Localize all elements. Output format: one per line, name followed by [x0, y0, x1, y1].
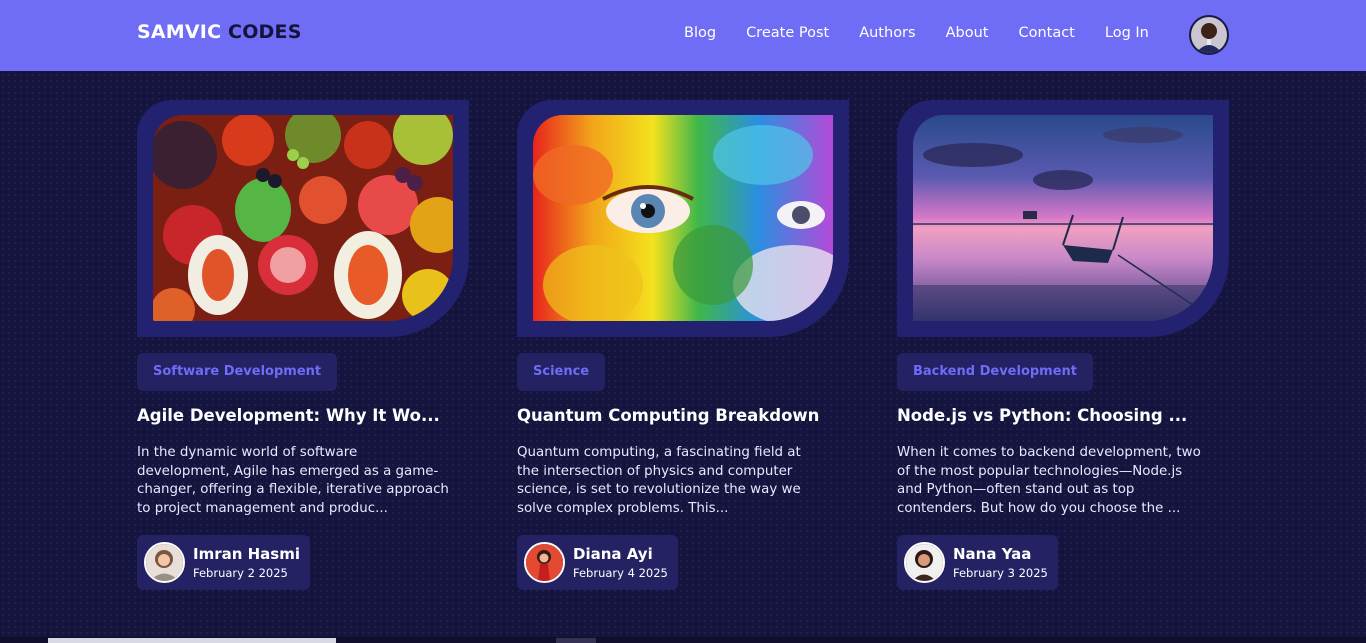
excerpt-line: science, is set to revolutionize the way… [517, 482, 801, 498]
post-title[interactable]: Node.js vs Python: Choosing ... [897, 406, 1229, 425]
author-info: Imran Hasmi February 2 2025 [193, 545, 300, 580]
author-avatar [524, 542, 565, 583]
nav-link-login[interactable]: Log In [1105, 25, 1149, 41]
excerpt-line: of the most popular technologies—Node.js [897, 463, 1183, 479]
nav-links: Blog Create Post Authors About Contact L… [684, 25, 1149, 41]
author-name: Imran Hasmi [193, 545, 301, 563]
excerpt-line: the intersection of physics and computer [517, 463, 793, 479]
post-title[interactable]: Quantum Computing Breakdown [517, 406, 849, 425]
nav-link-blog[interactable]: Blog [684, 25, 716, 41]
post-date: February 4 2025 [573, 566, 668, 580]
excerpt-line: development, Agile has emerged as a game… [137, 463, 439, 479]
logo-part-1: SAMVIC [137, 21, 222, 43]
post-excerpt: In the dynamic world of software develop… [137, 444, 477, 518]
site-logo[interactable]: SAMVIC CODES [137, 21, 302, 43]
excerpt-line: Quantum computing, a fascinating field a… [517, 445, 801, 460]
excerpt-line: and Python—often stand out as top [897, 482, 1135, 498]
category-badge[interactable]: Software Development [137, 353, 338, 391]
author-chip[interactable]: Nana Yaa February 3 2025 [897, 535, 1058, 590]
navbar: SAMVIC CODES Blog Create Post Authors Ab… [0, 0, 1366, 71]
excerpt-line: solve complex problems. This... [517, 500, 729, 516]
post-card[interactable]: Science Quantum Computing Breakdown Quan… [517, 100, 849, 595]
excerpt-line: In the dynamic world of software [137, 445, 358, 460]
post-date: February 3 2025 [953, 566, 1048, 580]
post-card[interactable]: Software Development Agile Development: … [137, 100, 469, 595]
post-excerpt: Quantum computing, a fascinating field a… [517, 444, 857, 518]
author-avatar [904, 542, 945, 583]
nav-link-about[interactable]: About [946, 25, 989, 41]
excerpt-line: When it comes to backend development, tw… [897, 445, 1201, 460]
nav-link-authors[interactable]: Authors [859, 25, 915, 41]
scrollbar-segment [556, 638, 596, 643]
post-card[interactable]: Backend Development Node.js vs Python: C… [897, 100, 1229, 595]
card-image-frame [897, 100, 1229, 337]
excerpt-line: to project management and produc... [137, 500, 388, 516]
card-image-frame [137, 100, 469, 337]
author-name: Diana Ayi [573, 545, 653, 563]
excerpt-line: contenders. But how do you choose the ..… [897, 500, 1181, 516]
category-badge[interactable]: Backend Development [897, 353, 1094, 391]
post-image-painted-face[interactable] [533, 115, 833, 321]
horizontal-scrollbar[interactable] [0, 637, 1366, 643]
card-image-frame [517, 100, 849, 337]
scrollbar-thumb[interactable] [48, 638, 336, 643]
author-chip[interactable]: Imran Hasmi February 2 2025 [137, 535, 311, 590]
post-image-sunset-lake[interactable] [913, 115, 1213, 321]
author-info: Diana Ayi February 4 2025 [573, 545, 668, 580]
logo-part-2: CODES [228, 21, 302, 43]
excerpt-line: changer, offering a flexible, iterative … [137, 482, 449, 498]
post-image-fruits[interactable] [153, 115, 453, 321]
user-avatar-icon[interactable] [1189, 15, 1229, 55]
post-title[interactable]: Agile Development: Why It Wo... [137, 406, 469, 425]
author-chip[interactable]: Diana Ayi February 4 2025 [517, 535, 678, 590]
nav-link-create-post[interactable]: Create Post [746, 25, 829, 41]
author-info: Nana Yaa February 3 2025 [953, 545, 1048, 580]
author-name: Nana Yaa [953, 545, 1032, 563]
post-excerpt: When it comes to backend development, tw… [897, 444, 1237, 518]
nav-link-contact[interactable]: Contact [1018, 25, 1074, 41]
author-avatar [144, 542, 185, 583]
post-date: February 2 2025 [193, 566, 288, 580]
category-badge[interactable]: Science [517, 353, 606, 391]
